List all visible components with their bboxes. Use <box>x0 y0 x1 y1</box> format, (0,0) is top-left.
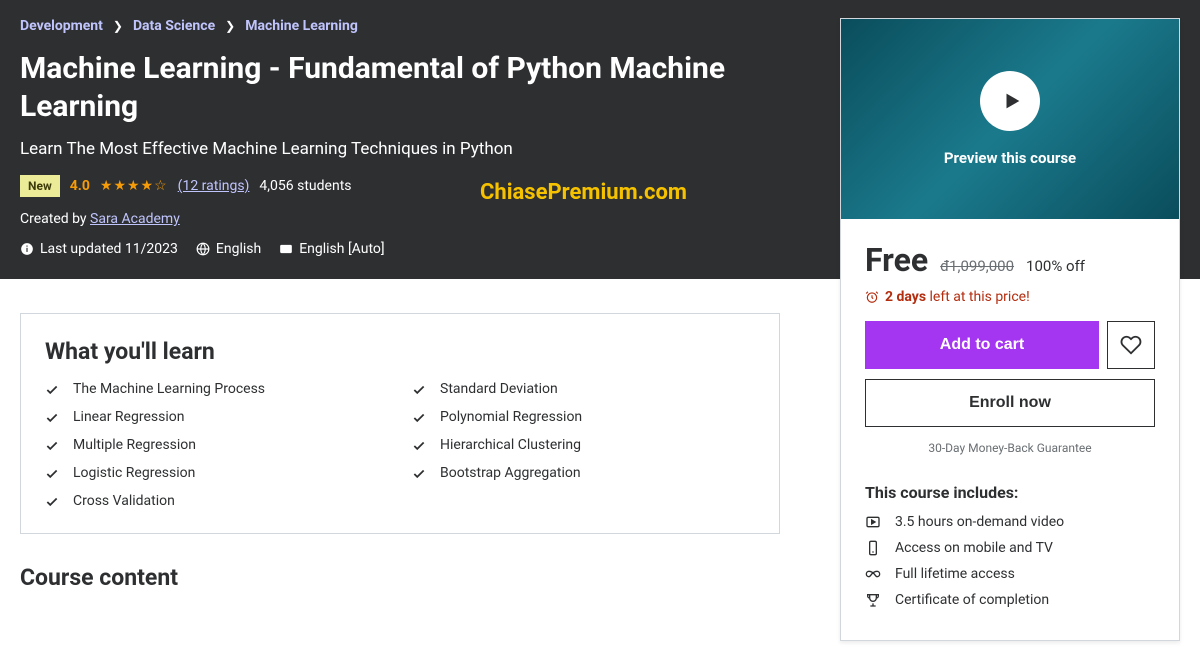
check-icon <box>412 411 426 425</box>
preview-label: Preview this course <box>944 149 1076 167</box>
check-icon <box>45 467 59 481</box>
includes-item: 3.5 hours on-demand video <box>865 514 1155 530</box>
learn-item: Hierarchical Clustering <box>412 437 755 453</box>
star-icons: ★★★★☆ <box>100 178 168 194</box>
chevron-right-icon: ❯ <box>113 19 123 33</box>
check-icon <box>412 439 426 453</box>
learn-title: What you'll learn <box>45 338 755 365</box>
learn-item: Linear Regression <box>45 409 388 425</box>
breadcrumb-link[interactable]: Machine Learning <box>245 18 358 34</box>
check-icon <box>45 439 59 453</box>
add-to-cart-button[interactable]: Add to cart <box>865 321 1099 369</box>
price-current: Free <box>865 241 928 279</box>
what-you-learn-box: What you'll learn The Machine Learning P… <box>20 313 780 534</box>
includes-list: 3.5 hours on-demand video Access on mobi… <box>865 514 1155 608</box>
price-discount: 100% off <box>1026 257 1085 275</box>
last-updated: Last updated 11/2023 <box>20 241 178 257</box>
learn-item: Bootstrap Aggregation <box>412 465 755 481</box>
infinity-icon <box>865 566 881 582</box>
watermark-text: ChiasePremium.com <box>480 180 687 205</box>
info-icon <box>20 242 34 256</box>
creator-prefix: Created by <box>20 211 90 227</box>
main-content: What you'll learn The Machine Learning P… <box>0 279 800 591</box>
new-badge: New <box>20 175 60 197</box>
learn-item: The Machine Learning Process <box>45 381 388 397</box>
course-subtitle: Learn The Most Effective Machine Learnin… <box>20 139 780 159</box>
rating-value: 4.0 <box>70 178 90 194</box>
alarm-icon <box>865 290 879 304</box>
captions: English [Auto] <box>279 241 384 257</box>
chevron-right-icon: ❯ <box>225 19 235 33</box>
learn-item: Standard Deviation <box>412 381 755 397</box>
trophy-icon <box>865 592 881 608</box>
globe-icon <box>196 242 210 256</box>
includes-item: Certificate of completion <box>865 592 1155 608</box>
check-icon <box>412 383 426 397</box>
language: English <box>196 241 261 257</box>
wishlist-button[interactable] <box>1107 321 1155 369</box>
course-title: Machine Learning - Fundamental of Python… <box>20 50 780 125</box>
preview-video[interactable]: Preview this course <box>841 19 1179 219</box>
mobile-icon <box>865 540 881 556</box>
creator-link[interactable]: Sara Academy <box>90 211 180 227</box>
enroll-button[interactable]: Enroll now <box>865 379 1155 427</box>
check-icon <box>45 411 59 425</box>
cc-icon <box>279 242 293 256</box>
play-icon <box>980 71 1040 131</box>
learn-item: Logistic Regression <box>45 465 388 481</box>
includes-title: This course includes: <box>865 483 1155 502</box>
learn-item: Polynomial Regression <box>412 409 755 425</box>
check-icon <box>45 383 59 397</box>
learn-item: Cross Validation <box>45 493 388 509</box>
heart-icon <box>1120 334 1142 356</box>
price-row: Free đ1,099,000 100% off <box>865 241 1155 279</box>
guarantee-text: 30-Day Money-Back Guarantee <box>865 441 1155 455</box>
ratings-link[interactable]: (12 ratings) <box>178 178 250 194</box>
check-icon <box>45 495 59 509</box>
students-count: 4,056 students <box>259 178 351 194</box>
breadcrumb-link[interactable]: Development <box>20 18 103 34</box>
video-icon <box>865 514 881 530</box>
urgency-notice: 2 days left at this price! <box>865 289 1155 305</box>
check-icon <box>412 467 426 481</box>
course-content-title: Course content <box>20 564 780 591</box>
includes-item: Full lifetime access <box>865 566 1155 582</box>
learn-item: Multiple Regression <box>45 437 388 453</box>
price-original: đ1,099,000 <box>940 257 1014 275</box>
breadcrumb-link[interactable]: Data Science <box>133 18 215 34</box>
includes-item: Access on mobile and TV <box>865 540 1155 556</box>
purchase-sidebar: Preview this course Free đ1,099,000 100%… <box>840 18 1180 641</box>
